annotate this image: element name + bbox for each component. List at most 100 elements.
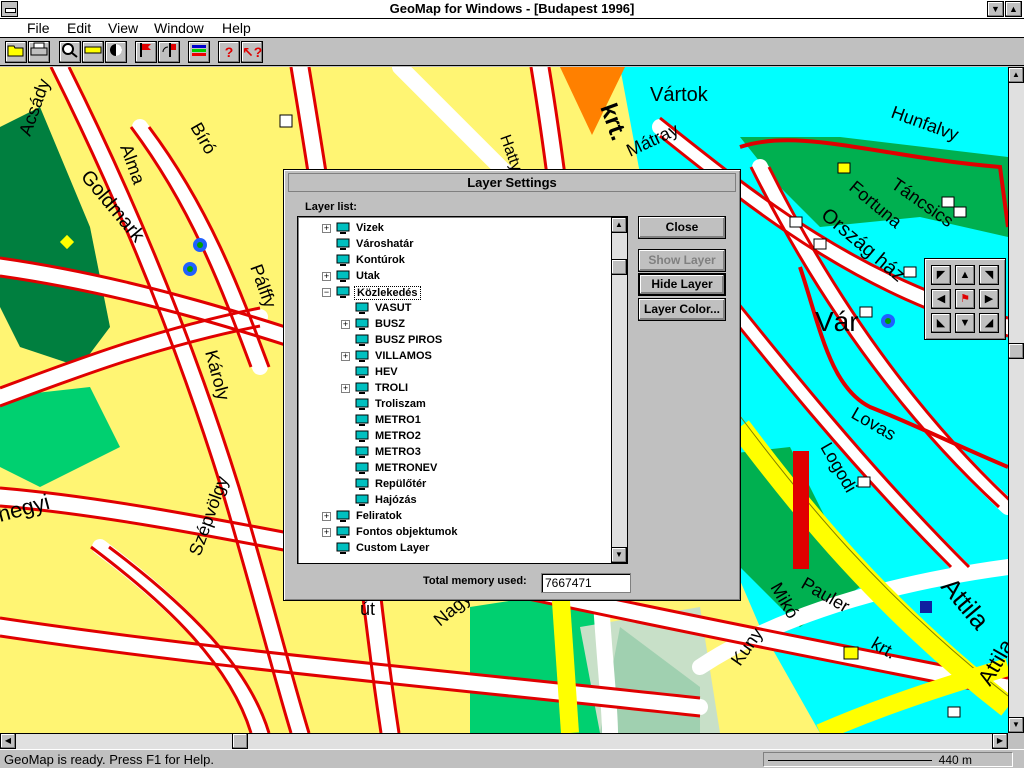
layer-visible-icon[interactable] — [336, 542, 350, 555]
layer-label: Troliszam — [375, 398, 426, 410]
toolbar: ? ↖? — [0, 39, 1024, 66]
layer-visible-icon[interactable] — [336, 526, 350, 539]
hide-layer-button[interactable]: Hide Layer — [638, 273, 726, 296]
layer-visible-icon[interactable] — [336, 510, 350, 523]
layer-tree-scrollbar[interactable]: ▲ ▼ — [611, 217, 627, 563]
print-icon[interactable] — [28, 41, 50, 63]
ruler-icon[interactable] — [82, 41, 104, 63]
layer-visible-icon[interactable] — [355, 350, 369, 363]
open-icon[interactable] — [5, 41, 27, 63]
menu-file[interactable]: File — [27, 20, 50, 36]
layer-tree[interactable]: ▲ ▼ + Vizek Városhatár Kontúrok + Utak − Közlek… — [297, 216, 628, 564]
layer-label: Fontos objektumok — [356, 526, 458, 538]
help-icon[interactable]: ? — [218, 41, 240, 63]
layer-visible-icon[interactable] — [355, 430, 369, 443]
layer-visible-icon[interactable] — [336, 238, 350, 251]
pan-southeast-icon[interactable]: ◢ — [979, 313, 999, 333]
tree-scroll-up-icon[interactable]: ▲ — [611, 217, 627, 233]
tree-scroll-thumb[interactable] — [611, 259, 627, 275]
pan-northeast-icon[interactable]: ◥ — [979, 265, 999, 285]
layer-visible-icon[interactable] — [355, 446, 369, 459]
layer-label: Városhatár — [356, 238, 414, 250]
expand-icon[interactable]: + — [322, 512, 331, 521]
layer-label: Utak — [356, 270, 380, 282]
layer-visible-icon[interactable] — [355, 478, 369, 491]
expand-icon[interactable]: + — [341, 384, 350, 393]
menu-view[interactable]: View — [108, 20, 138, 36]
layer-visible-icon[interactable] — [336, 254, 350, 267]
layers-icon[interactable] — [188, 41, 210, 63]
show-layer-button[interactable]: Show Layer — [638, 249, 726, 272]
layer-label: Közlekedés — [354, 286, 421, 300]
close-button[interactable]: Close — [638, 216, 726, 239]
layer-visible-icon[interactable] — [355, 366, 369, 379]
layer-visible-icon[interactable] — [336, 222, 350, 235]
horizontal-scrollbar[interactable]: ◀ ▶ — [0, 733, 1008, 749]
context-help-icon[interactable]: ↖? — [241, 41, 263, 63]
layer-label: METRO1 — [375, 414, 421, 426]
map-label: Vártok — [650, 84, 709, 106]
layer-visible-icon[interactable] — [355, 494, 369, 507]
layer-label: Feliratok — [356, 510, 402, 522]
layer-visible-icon[interactable] — [336, 286, 350, 299]
collapse-icon[interactable]: − — [322, 288, 331, 297]
pan-south-icon[interactable]: ▼ — [955, 313, 975, 333]
layer-visible-icon[interactable] — [355, 334, 369, 347]
minimize-button[interactable]: ▼ — [987, 1, 1004, 17]
layer-color-button[interactable]: Layer Color... — [638, 298, 726, 321]
zoom-icon[interactable] — [59, 41, 81, 63]
pan-northwest-icon[interactable]: ◤ — [931, 265, 951, 285]
map-label: út — [360, 599, 375, 619]
expand-icon[interactable]: + — [322, 272, 331, 281]
layer-list-label: Layer list: — [305, 201, 357, 213]
expand-icon[interactable]: + — [341, 352, 350, 361]
scroll-right-icon[interactable]: ▶ — [992, 733, 1008, 749]
layer-visible-icon[interactable] — [355, 462, 369, 475]
layer-visible-icon[interactable] — [336, 270, 350, 283]
layer-settings-dialog: Layer Settings Layer list: ▲ ▼ + Vizek Vár… — [283, 169, 741, 601]
memory-value-field: 7667471 — [541, 573, 631, 593]
scale-bar — [768, 760, 932, 761]
pan-west-icon[interactable]: ◀ — [931, 289, 951, 309]
pan-north-icon[interactable]: ▲ — [955, 265, 975, 285]
undo-flag-icon[interactable] — [158, 41, 180, 63]
scroll-left-icon[interactable]: ◀ — [0, 733, 16, 749]
memory-label: Total memory used: — [423, 575, 527, 587]
layer-visible-icon[interactable] — [355, 398, 369, 411]
scroll-up-icon[interactable]: ▲ — [1008, 67, 1024, 83]
menu-help[interactable]: Help — [222, 20, 251, 36]
layer-visible-icon[interactable] — [355, 414, 369, 427]
menu-window[interactable]: Window — [154, 20, 204, 36]
layer-label: TROLI — [375, 382, 408, 394]
scroll-corner — [1008, 733, 1024, 749]
tree-scroll-down-icon[interactable]: ▼ — [611, 547, 627, 563]
layer-label: Hajózás — [375, 494, 417, 506]
layer-visible-icon[interactable] — [355, 382, 369, 395]
layer-label: Kontúrok — [356, 254, 405, 266]
maximize-button[interactable]: ▲ — [1005, 1, 1022, 17]
vertical-scrollbar[interactable]: ▲ ▼ — [1008, 67, 1024, 733]
globe-icon[interactable] — [105, 41, 127, 63]
scroll-down-icon[interactable]: ▼ — [1008, 717, 1024, 733]
vertical-scroll-thumb[interactable] — [1008, 343, 1024, 359]
title-bar: GeoMap for Windows - [Budapest 1996] ▼ ▲ — [0, 0, 1024, 19]
layer-visible-icon[interactable] — [355, 302, 369, 315]
expand-icon[interactable]: + — [341, 320, 350, 329]
layer-label: METRO3 — [375, 446, 421, 458]
status-text: GeoMap is ready. Press F1 for Help. — [4, 752, 215, 767]
layer-label: METRO2 — [375, 430, 421, 442]
expand-icon[interactable]: + — [322, 224, 331, 233]
expand-icon[interactable]: + — [322, 528, 331, 537]
window-title: GeoMap for Windows - [Budapest 1996] — [389, 1, 635, 16]
menu-edit[interactable]: Edit — [67, 20, 91, 36]
pan-east-icon[interactable]: ▶ — [979, 289, 999, 309]
flag-icon[interactable] — [135, 41, 157, 63]
center-flag-icon[interactable]: ⚑ — [955, 289, 975, 309]
layer-label: HEV — [375, 366, 398, 378]
layer-label: Custom Layer — [356, 542, 430, 554]
scale-indicator: 440 m — [763, 752, 1013, 767]
layer-visible-icon[interactable] — [355, 318, 369, 331]
horizontal-scroll-thumb[interactable] — [232, 733, 248, 749]
scale-label: 440 m — [938, 753, 972, 767]
pan-southwest-icon[interactable]: ◣ — [931, 313, 951, 333]
